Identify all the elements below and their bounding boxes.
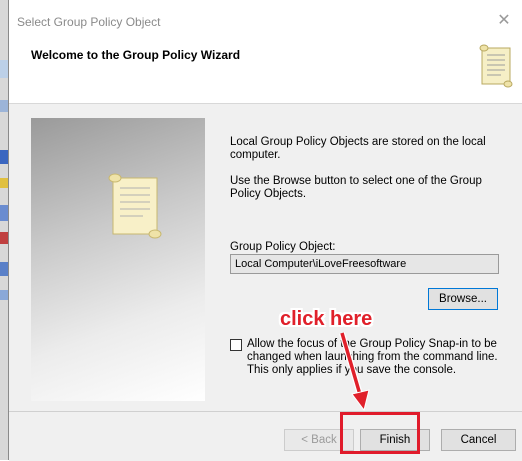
wizard-footer: < Back Finish Cancel [9,411,522,461]
wizard-dialog: Select Group Policy Object ✕ Welcome to … [8,0,522,461]
wizard-body: Local Group Policy Objects are stored on… [9,104,522,411]
description-local-storage: Local Group Policy Objects are stored on… [230,136,486,161]
close-icon[interactable]: ✕ [493,10,515,32]
cancel-button[interactable]: Cancel [441,429,516,451]
finish-highlight-box [340,412,420,454]
allow-focus-checkbox[interactable] [230,339,242,351]
gpo-field: Local Computer\iLoveFreesoftware [230,254,499,274]
scroll-icon [108,173,162,239]
window-title: Select Group Policy Object [17,15,161,29]
browse-button[interactable]: Browse... [428,288,498,310]
wizard-header: Welcome to the Group Policy Wizard [9,38,522,104]
description-browse-hint: Use the Browse button to select one of t… [230,175,482,200]
title-bar: Select Group Policy Object ✕ [9,0,522,38]
allow-focus-checkbox-label[interactable]: Allow the focus of the Group Policy Snap… [247,338,517,377]
wizard-banner-panel [31,118,205,401]
wizard-title: Welcome to the Group Policy Wizard [31,48,241,62]
gpo-label: Group Policy Object: [230,241,336,253]
annotation-click-here: click here [280,308,373,330]
scroll-icon [479,44,513,88]
